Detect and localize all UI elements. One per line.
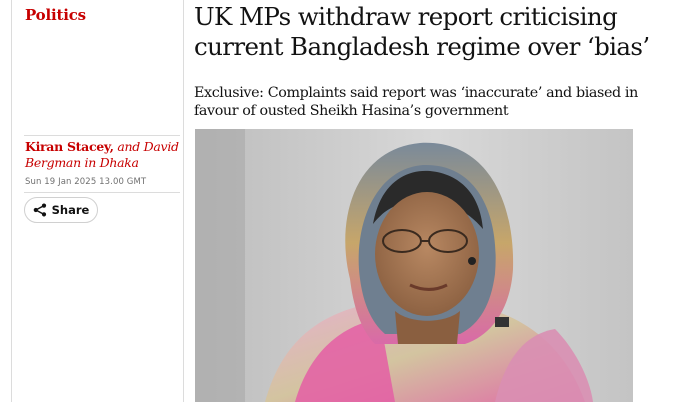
meta-rule: [24, 192, 180, 193]
article-page: Politics UK MPs withdraw report criticis…: [0, 0, 700, 402]
author-link[interactable]: Kiran Stacey,: [25, 139, 114, 154]
share-button[interactable]: Share: [24, 197, 98, 223]
left-margin-rule: [11, 0, 12, 402]
article-photo: [195, 129, 633, 402]
share-icon: [33, 203, 47, 217]
byline: Kiran Stacey, and David Bergman in Dhaka: [25, 139, 185, 171]
byline-top-rule: [24, 135, 180, 136]
section-link-politics[interactable]: Politics: [25, 6, 86, 24]
article-standfirst: Exclusive: Complaints said report was ‘i…: [194, 85, 638, 119]
article-headline: UK MPs withdraw report criticising curre…: [194, 2, 650, 61]
dateline: Sun 19 Jan 2025 13.00 GMT: [25, 177, 147, 187]
share-label: Share: [51, 203, 90, 217]
column-divider-rule: [183, 0, 184, 402]
